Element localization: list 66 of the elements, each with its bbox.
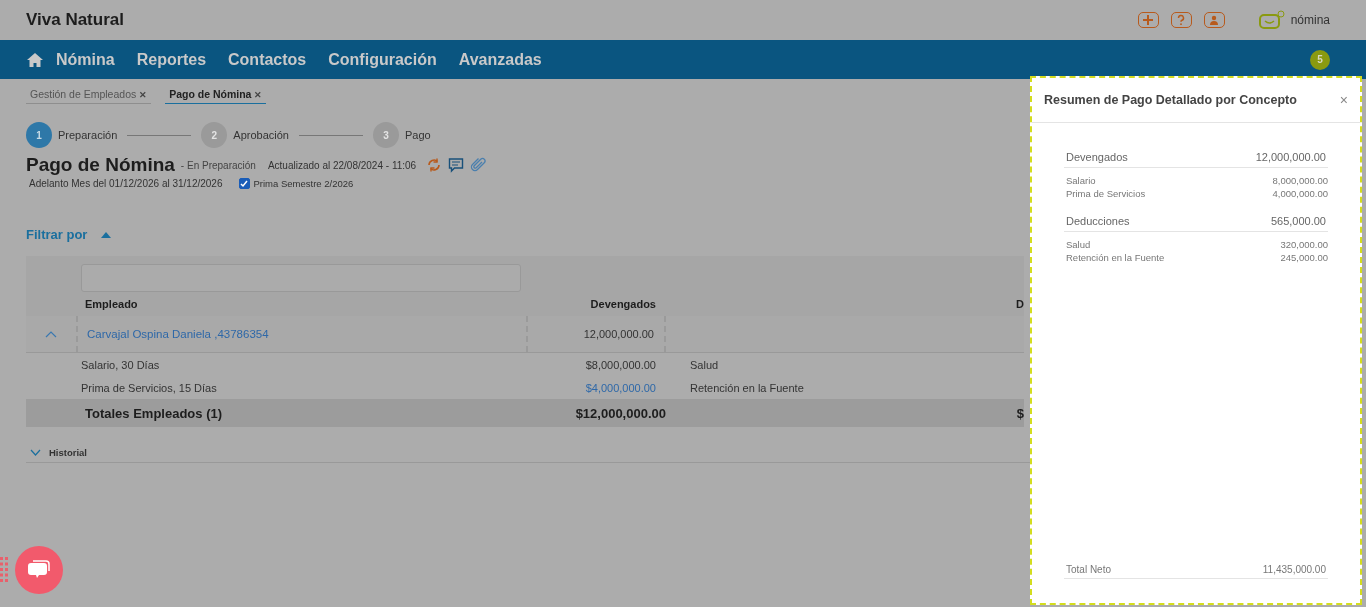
filter-toggle[interactable]: Filtrar por: [26, 227, 88, 242]
table-cell-text: Retención en la Fuente: [689, 381, 805, 394]
column-header: Devengados: [589, 298, 657, 310]
nav-item[interactable]: Configuración: [328, 50, 437, 69]
status-text: - En Preparación: [180, 159, 256, 171]
user-icon[interactable]: [1203, 12, 1225, 28]
step-number: 1: [26, 122, 52, 148]
concept-value: 320,000.00: [1280, 239, 1328, 250]
brand-name: nómina: [1290, 13, 1330, 27]
comment-icon[interactable]: [448, 157, 465, 173]
step-number: 2: [201, 122, 228, 148]
step-number: 3: [373, 122, 399, 148]
caret-icon[interactable]: [101, 231, 112, 238]
step-label: Pago: [405, 129, 431, 141]
table-cell-text: $: [1015, 405, 1024, 421]
nav-item[interactable]: Avanzadas: [458, 50, 542, 69]
employee-link[interactable]: Carvajal Ospina Daniela ,43786354: [87, 328, 269, 340]
concept-label: Salud: [1066, 239, 1091, 250]
table-cell-text: Salud: [689, 358, 720, 371]
nav-item[interactable]: Contactos: [228, 50, 307, 69]
tab[interactable]: Pago de Nómina ✕: [165, 85, 267, 104]
step-label: Aprobación: [233, 129, 289, 141]
refresh-icon[interactable]: [426, 157, 443, 173]
concept-value: 8,000,000.00: [1272, 175, 1328, 186]
group-total: 565,000.00: [1270, 215, 1326, 227]
chat-button[interactable]: [15, 546, 63, 594]
table-cell-text: $8,000,000.00: [584, 358, 657, 371]
panel-title: Resumen de Pago Detallado por Concepto: [1044, 93, 1297, 107]
close-button[interactable]: ×: [1339, 92, 1348, 108]
table-cell: 12,000,000.00: [526, 316, 666, 352]
group-label: Devengados: [1066, 151, 1128, 163]
checkbox[interactable]: [238, 178, 250, 189]
grip-icon[interactable]: [0, 557, 8, 583]
concept-value: 245,000.00: [1280, 252, 1328, 263]
nav-item[interactable]: Reportes: [136, 50, 207, 69]
history-toggle[interactable]: Historial: [49, 447, 87, 458]
column-header: Empleado: [84, 298, 139, 310]
home-icon[interactable]: [26, 51, 44, 68]
net-label: Total Neto: [1066, 564, 1112, 575]
tab[interactable]: Gestión de Empleados ✕: [26, 85, 152, 104]
table-cell-text: $12,000,000.00: [574, 405, 666, 421]
chevron-icon[interactable]: [45, 330, 57, 338]
attachment-icon[interactable]: [470, 157, 487, 173]
table-cell-text: Prima de Servicios, 15 Días: [80, 381, 218, 394]
column-header: D: [1015, 298, 1024, 310]
concept-label: Retención en la Fuente: [1066, 252, 1165, 263]
group-label: Deducciones: [1066, 215, 1130, 227]
net-value: 11,435,000.00: [1262, 564, 1326, 575]
checkbox-label: Prima Semestre 2/2026: [253, 178, 354, 189]
add-icon[interactable]: [1137, 12, 1159, 28]
chevron-icon[interactable]: [30, 449, 41, 456]
table-cell-text: Salario, 30 Días: [80, 358, 161, 371]
group-total: 12,000,000.00: [1255, 151, 1326, 163]
concept-label: Salario: [1066, 175, 1096, 186]
help-icon[interactable]: [1170, 12, 1192, 28]
nav-item[interactable]: Nómina: [56, 50, 115, 69]
table-cell-text: $4,000,000.00: [584, 381, 657, 394]
concept-label: Prima de Servicios: [1066, 188, 1146, 199]
app-title: Viva Natural: [26, 10, 124, 30]
step-label: Preparación: [58, 129, 118, 141]
updated-text: Actualizado al 22/08/2024 - 11:06: [267, 159, 417, 171]
smile-logo-icon: [1258, 10, 1285, 30]
page-title: Pago de Nómina: [26, 154, 175, 176]
totals-label: Totales Empleados (1): [84, 405, 223, 421]
concept-value: 4,000,000.00: [1272, 188, 1328, 199]
period-text: Adelanto Mes del 01/12/2026 al 31/12/2026: [29, 178, 223, 189]
